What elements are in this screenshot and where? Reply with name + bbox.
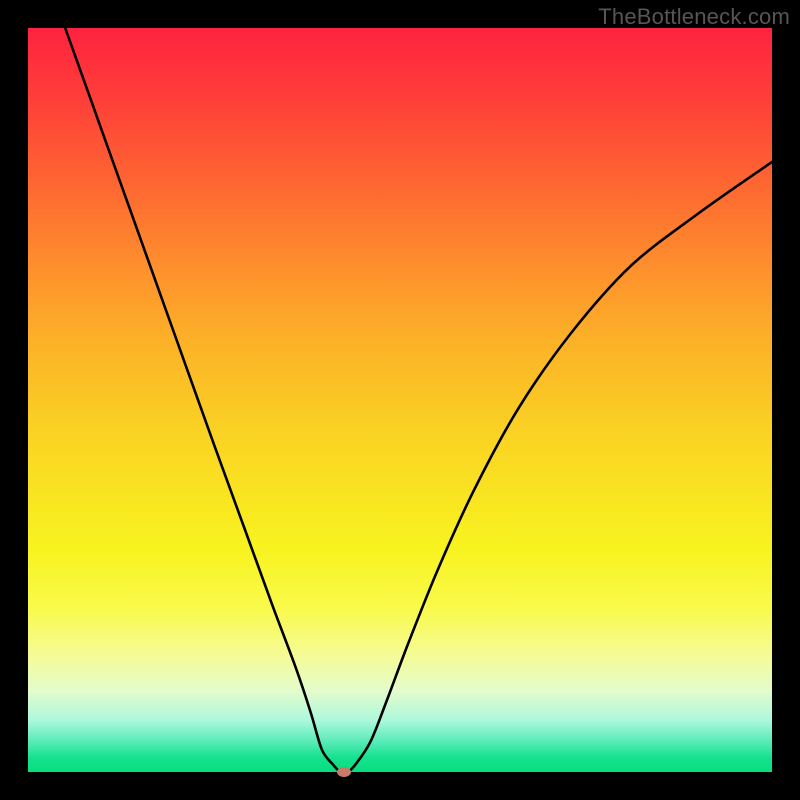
- plot-area: [28, 28, 772, 772]
- watermark-text: TheBottleneck.com: [598, 4, 790, 30]
- curve-svg: [28, 28, 772, 772]
- bottleneck-curve: [65, 28, 772, 773]
- optimal-point-marker: [337, 767, 351, 777]
- chart-container: TheBottleneck.com: [0, 0, 800, 800]
